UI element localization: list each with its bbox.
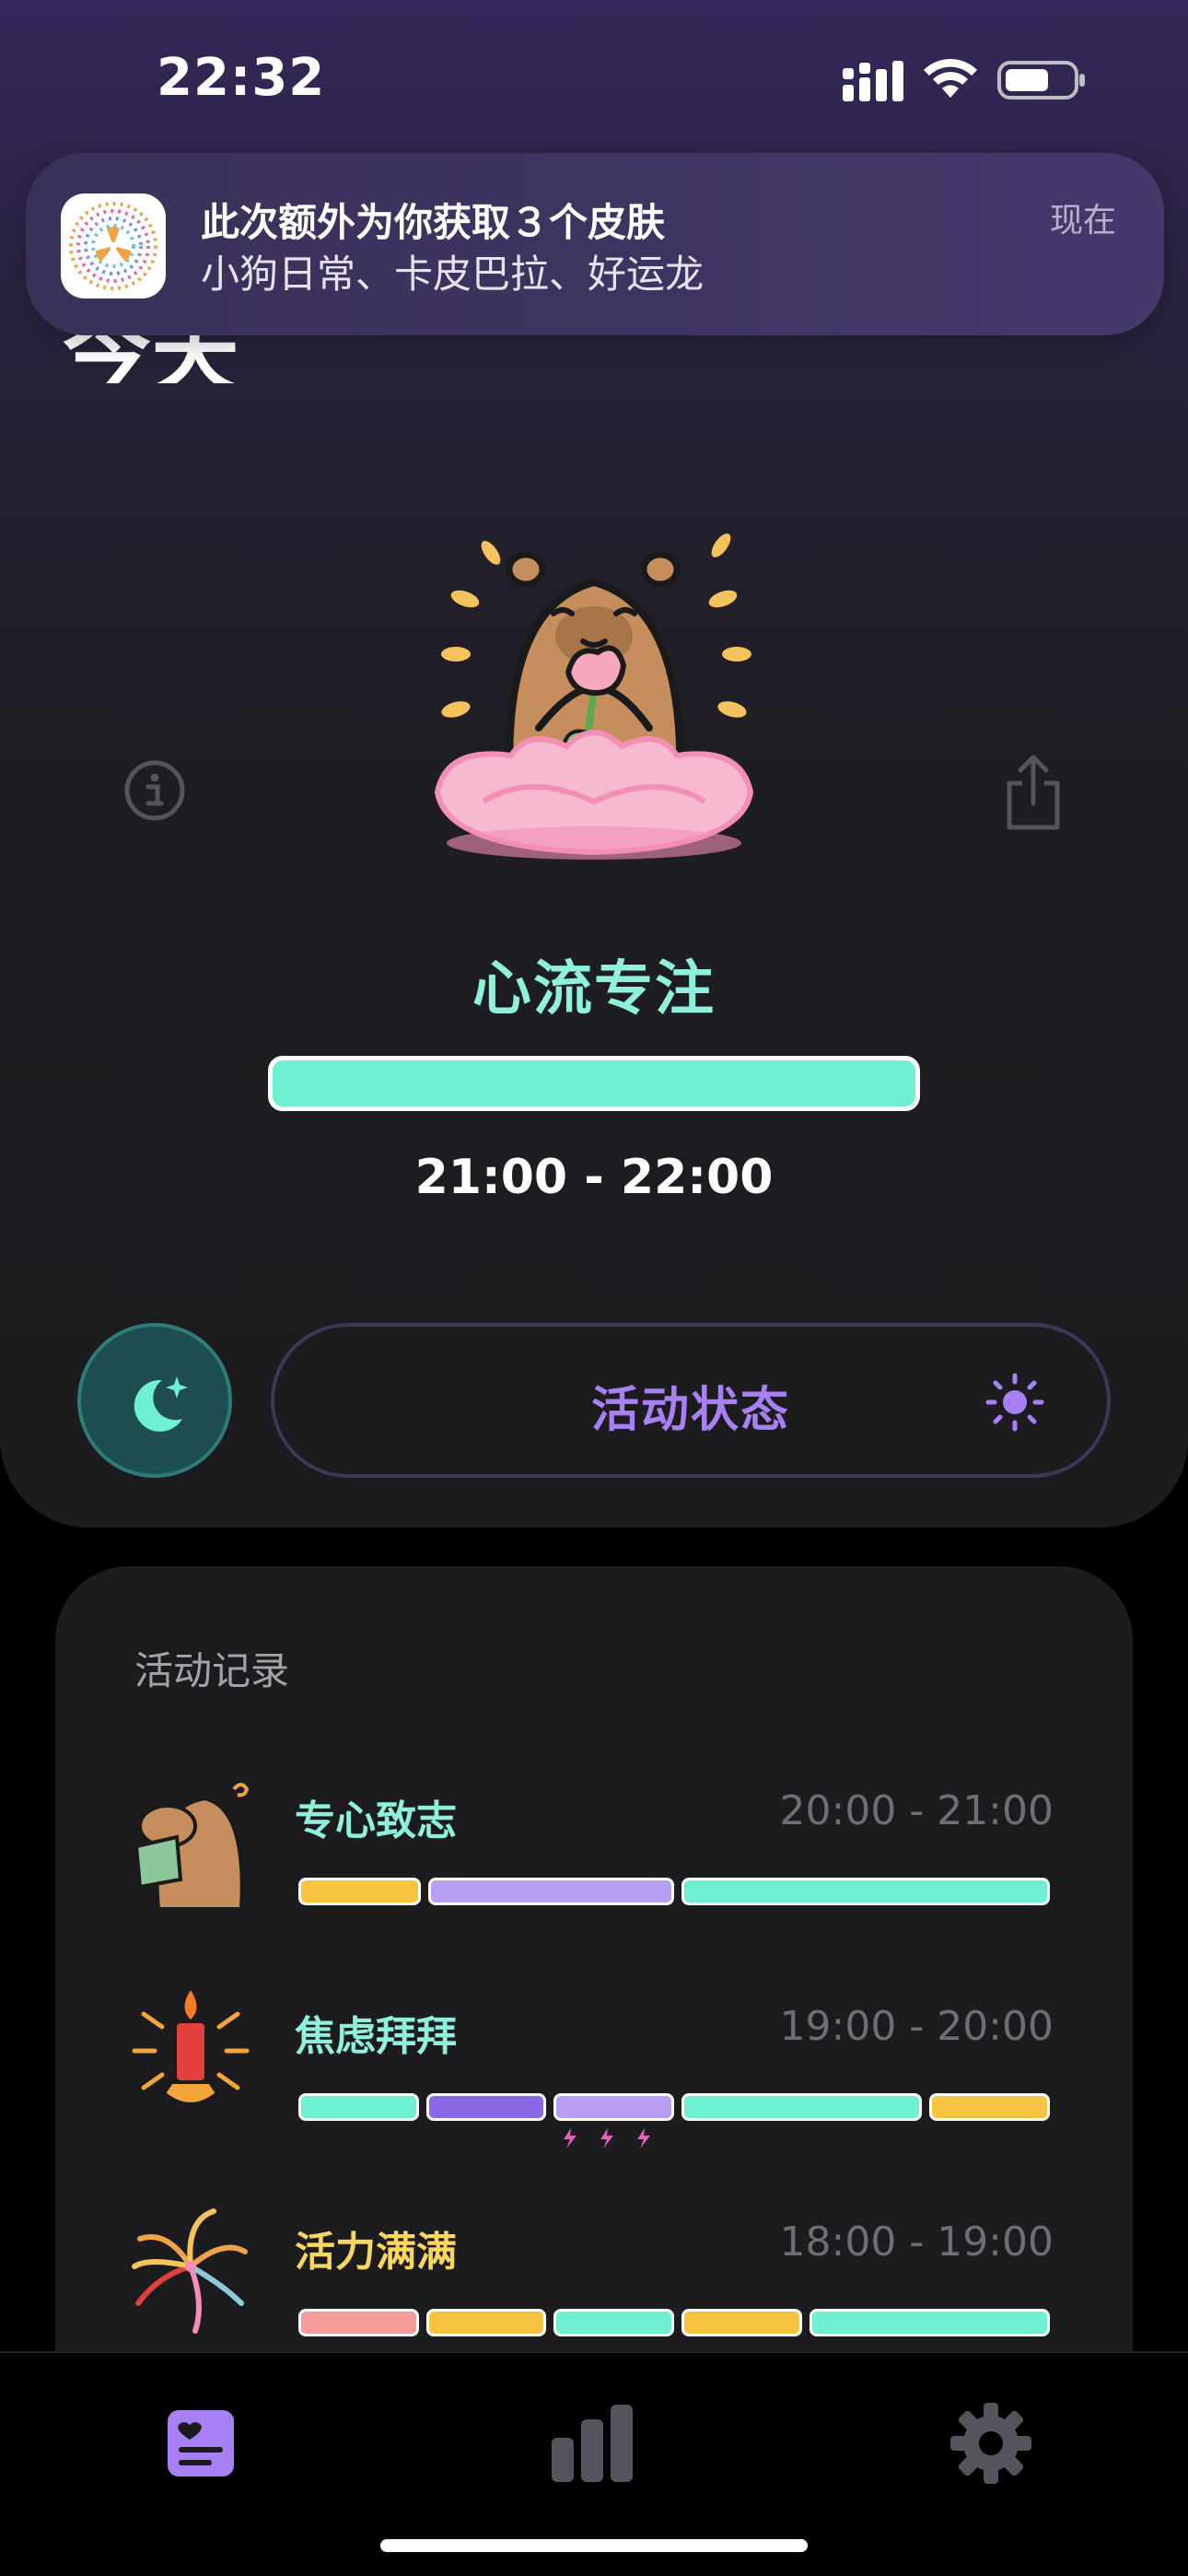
activity-segment (681, 2093, 923, 2121)
activity-segment (425, 2093, 547, 2121)
capybara-reading-illustration (134, 1783, 250, 1909)
activity-segment (298, 2309, 419, 2336)
fireworks-illustration (132, 2208, 248, 2334)
notification-banner[interactable]: 此次额外为你获取３个皮肤 小狗日常、卡皮巴拉、好运龙 现在 (26, 153, 1164, 335)
activity-state-toggle[interactable]: 活动状态 (271, 1323, 1111, 1478)
wifi-icon (924, 58, 977, 98)
activity-segment-bar (298, 2309, 1050, 2336)
activity-segment-bar (298, 1878, 1050, 1905)
activity-log-item[interactable]: 焦虑拜拜 19:00 - 20:00 (55, 1986, 1133, 2171)
activity-segment (681, 2309, 802, 2336)
notification-time: 现在 (1049, 202, 1116, 240)
activity-name: 焦虑拜拜 (295, 2013, 457, 2060)
activity-segment (809, 2309, 1050, 2336)
activity-segment (553, 2309, 674, 2336)
candle-illustration (132, 1990, 250, 2106)
activity-segment (428, 1878, 674, 1905)
info-icon[interactable] (123, 759, 186, 822)
capybara-mascot-illustration (434, 533, 754, 860)
notification-title: 此次额外为你获取３个皮肤 (201, 200, 666, 245)
activity-time: 20:00 - 21:00 (779, 1787, 1054, 1834)
activity-segment (425, 2309, 547, 2336)
tab-stats-icon[interactable] (548, 2397, 640, 2489)
current-state-title: 心流专注 (472, 955, 716, 1024)
battery-icon (997, 61, 1085, 100)
hero-panel: 22:32 今天 此次额外为你获取３个皮肤 小狗日常、卡皮巴拉、好运龙 现在 心… (0, 0, 1188, 1528)
current-state-time: 21:00 - 22:00 (414, 1150, 774, 1205)
activity-time: 18:00 - 19:00 (779, 2219, 1054, 2266)
activity-name: 活力满满 (295, 2229, 457, 2276)
notification-body: 小狗日常、卡皮巴拉、好运龙 (201, 252, 705, 297)
sun-icon (985, 1373, 1044, 1432)
home-indicator[interactable] (380, 2539, 808, 2552)
app-icon (61, 193, 166, 299)
activity-segment (298, 1878, 422, 1905)
activity-segment (298, 2093, 419, 2121)
activity-segment (929, 2093, 1050, 2121)
current-state-bar (268, 1056, 920, 1111)
activity-time: 19:00 - 20:00 (779, 2003, 1054, 2050)
tab-settings-icon[interactable] (945, 2397, 1037, 2489)
activity-log-item[interactable]: 专心致志 20:00 - 21:00 (55, 1771, 1133, 1955)
status-time: 22:32 (157, 48, 326, 108)
activity-segment (553, 2093, 674, 2121)
share-icon[interactable] (1002, 754, 1065, 831)
tab-journal-icon[interactable] (157, 2397, 249, 2489)
moon-sparkle-icon (134, 1376, 188, 1432)
lightning-bolts-icon (564, 2128, 650, 2149)
sleep-mode-button[interactable] (77, 1323, 232, 1478)
cellular-signal-icon (843, 61, 903, 101)
activity-segment-bar (298, 2093, 1050, 2121)
activity-segment (681, 1878, 1050, 1905)
activity-name: 专心致志 (295, 1797, 457, 1844)
activity-log-heading: 活动记录 (134, 1648, 290, 1693)
activity-state-label: 活动状态 (590, 1383, 790, 1438)
